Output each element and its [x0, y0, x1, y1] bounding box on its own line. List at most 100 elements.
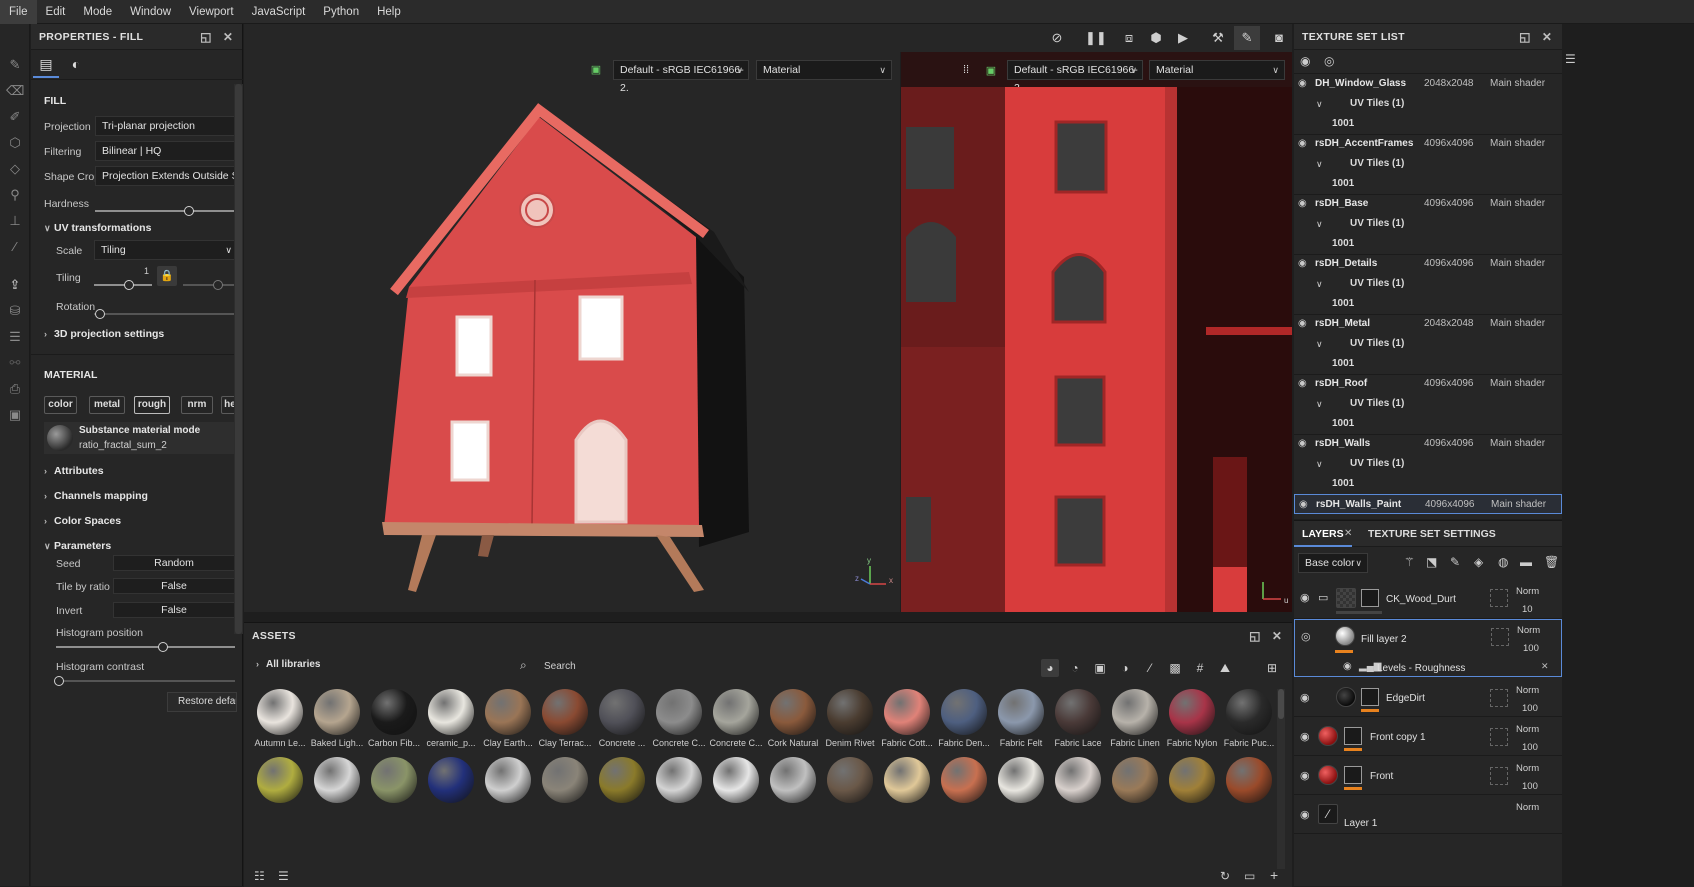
eye-settings-icon[interactable]: ◉: [1300, 54, 1310, 68]
asset-tile[interactable]: ceramic_p...: [423, 689, 479, 759]
material-picker-icon[interactable]: ⊥: [6, 212, 24, 230]
display-icon[interactable]: ▣: [983, 64, 999, 80]
add-icon[interactable]: +: [1270, 867, 1278, 883]
asset-tile[interactable]: [651, 757, 707, 803]
texture-set-row[interactable]: ◉ rsDH_Base 4096x4096 Main shader: [1294, 194, 1562, 214]
asset-tile[interactable]: Fabric Nylon: [1164, 689, 1220, 759]
texture-set-row[interactable]: ◉ rsDH_Walls 4096x4096 Main shader: [1294, 434, 1562, 454]
texture-set-shader[interactable]: Main shader: [1490, 374, 1545, 394]
clone-icon[interactable]: ⚲: [6, 186, 24, 204]
tiling-slider-track[interactable]: [94, 284, 152, 286]
uv-tiles-row[interactable]: ∨ UV Tiles (1): [1294, 214, 1562, 234]
asset-tile[interactable]: [366, 757, 422, 803]
menu-mode[interactable]: Mode: [74, 0, 121, 24]
filtering-select[interactable]: Bilinear | HQ: [95, 141, 235, 161]
eye-icon[interactable]: ◎: [1324, 54, 1334, 68]
tab-texture-set-settings[interactable]: TEXTURE SET SETTINGS: [1360, 521, 1504, 547]
eye-icon[interactable]: ◉: [1298, 134, 1307, 154]
asset-tile[interactable]: [879, 757, 935, 803]
eye-icon[interactable]: ◉: [1298, 434, 1307, 454]
blend-mode[interactable]: Norm: [1516, 802, 1539, 813]
eye-icon[interactable]: ◉: [1300, 591, 1310, 604]
blend-mode[interactable]: Norm: [1516, 586, 1539, 597]
asset-tile[interactable]: [480, 757, 536, 803]
asset-tile[interactable]: Fabric Puc...: [1221, 689, 1277, 759]
asset-tile[interactable]: [309, 757, 365, 803]
uv-tile-row[interactable]: 1001: [1294, 474, 1562, 494]
texture-set-shader[interactable]: Main shader: [1490, 134, 1545, 154]
texture-set-shader[interactable]: Main shader: [1490, 194, 1545, 214]
menu-edit[interactable]: Edit: [37, 0, 75, 24]
float-icon[interactable]: ◱: [1248, 629, 1262, 643]
asset-tile[interactable]: [537, 757, 593, 803]
library-selector[interactable]: › All libraries: [256, 659, 320, 670]
cube-view-icon[interactable]: ⬢: [1147, 29, 1165, 47]
close-icon[interactable]: ✕: [1270, 629, 1284, 643]
float-icon[interactable]: ◱: [199, 30, 213, 44]
tile-ratio-toggle[interactable]: False: [113, 578, 235, 594]
folder-icon[interactable]: ▭: [1244, 869, 1255, 883]
menu-icon[interactable]: ☰: [1565, 52, 1576, 66]
add-paint-layer-icon[interactable]: ✎: [1450, 555, 1460, 569]
shape-crop-select[interactable]: Projection Extends Outside Shap: [95, 166, 235, 186]
grid-toggle-icon[interactable]: ⁞⁞: [958, 64, 974, 80]
uv-tiles-row[interactable]: ∨ UV Tiles (1): [1294, 274, 1562, 294]
hardness-slider-knob[interactable]: [183, 206, 194, 216]
close-icon[interactable]: ✕: [1344, 528, 1352, 539]
add-fill-layer-icon[interactable]: ◈: [1474, 555, 1483, 569]
attributes-header[interactable]: › Attributes: [44, 465, 104, 477]
menu-viewport[interactable]: Viewport: [180, 0, 243, 24]
asset-tile[interactable]: Fabric Linen: [1107, 689, 1163, 759]
screenshot-camera-icon[interactable]: ◙: [1270, 29, 1288, 47]
layer-row[interactable]: ◉ Front Norm 100: [1294, 757, 1562, 795]
rotation-slider-track[interactable]: [94, 313, 235, 315]
eye-icon[interactable]: ◉: [1300, 691, 1310, 704]
generators-filter-icon[interactable]: ◑: [1116, 659, 1134, 677]
invert-toggle[interactable]: False: [113, 602, 235, 618]
blend-mode[interactable]: Norm: [1516, 763, 1539, 774]
uv-tiles-row[interactable]: ∨ UV Tiles (1): [1294, 454, 1562, 474]
asset-tile[interactable]: [936, 757, 992, 803]
pause-icon[interactable]: ❚❚: [1085, 29, 1107, 47]
asset-tile[interactable]: Fabric Cott...: [879, 689, 935, 759]
eye-icon[interactable]: ◎: [1301, 630, 1311, 643]
asset-tile[interactable]: [708, 757, 764, 803]
seed-button[interactable]: Random: [113, 555, 235, 571]
eye-icon[interactable]: ◉: [1298, 374, 1307, 394]
properties-scrollbar[interactable]: [234, 84, 243, 634]
material-mode-box[interactable]: Substance material mode ratio_fractal_su…: [44, 422, 238, 454]
symmetry-icon[interactable]: ⧈: [1120, 29, 1138, 47]
float-icon[interactable]: ◱: [1518, 30, 1532, 44]
blend-mode[interactable]: Norm: [1517, 625, 1540, 636]
asset-tile[interactable]: Autumn Le...: [252, 689, 308, 759]
asset-tile[interactable]: [1050, 757, 1106, 803]
eraser-icon[interactable]: ⌫: [6, 82, 24, 100]
channel-chip-metal[interactable]: metal: [89, 396, 125, 414]
viewport-2d[interactable]: ⁞⁞ ▣ Default - sRGB IEC61966-2.∨ Materia…: [901, 52, 1292, 612]
mode-dropdown-2d[interactable]: Material ∨: [1149, 60, 1285, 80]
uv-tile-row[interactable]: 1001: [1294, 354, 1562, 374]
histogram-contrast-track[interactable]: [56, 680, 235, 682]
paint-mode-icon[interactable]: ✎: [1234, 26, 1260, 50]
uv-tiles-row[interactable]: ∨ UV Tiles (1): [1294, 394, 1562, 414]
asset-tile[interactable]: Denim Rivet: [822, 689, 878, 759]
channel-chip-nrm[interactable]: nrm: [181, 396, 213, 414]
eye-icon[interactable]: ◉: [1298, 194, 1307, 214]
uv-transformations-header[interactable]: ∨ UV transformations: [44, 222, 151, 234]
asset-tile[interactable]: [1107, 757, 1163, 803]
uv-tiles-row[interactable]: ∨ UV Tiles (1): [1294, 154, 1562, 174]
parameters-header[interactable]: ∨ Parameters: [44, 540, 111, 552]
tab-layers[interactable]: LAYERS: [1294, 521, 1352, 547]
layer-row[interactable]: ◉ ⁄ Layer 1 Norm: [1294, 796, 1562, 834]
texture-set-row[interactable]: ◉ rsDH_Metal 2048x2048 Main shader: [1294, 314, 1562, 334]
paint-brush-icon[interactable]: ✎: [6, 56, 24, 74]
texture-set-shader[interactable]: Main shader: [1490, 314, 1545, 334]
masks-filter-icon[interactable]: ▣: [1091, 659, 1109, 677]
geometry-fill-icon[interactable]: ⬡: [6, 134, 24, 152]
menu-help[interactable]: Help: [368, 0, 410, 24]
histogram-position-knob[interactable]: [158, 642, 169, 652]
uv-tile-row[interactable]: 1001: [1294, 294, 1562, 314]
asset-tile[interactable]: Fabric Lace: [1050, 689, 1106, 759]
layer-opacity[interactable]: 100: [1522, 703, 1538, 714]
asset-tile[interactable]: [252, 757, 308, 803]
